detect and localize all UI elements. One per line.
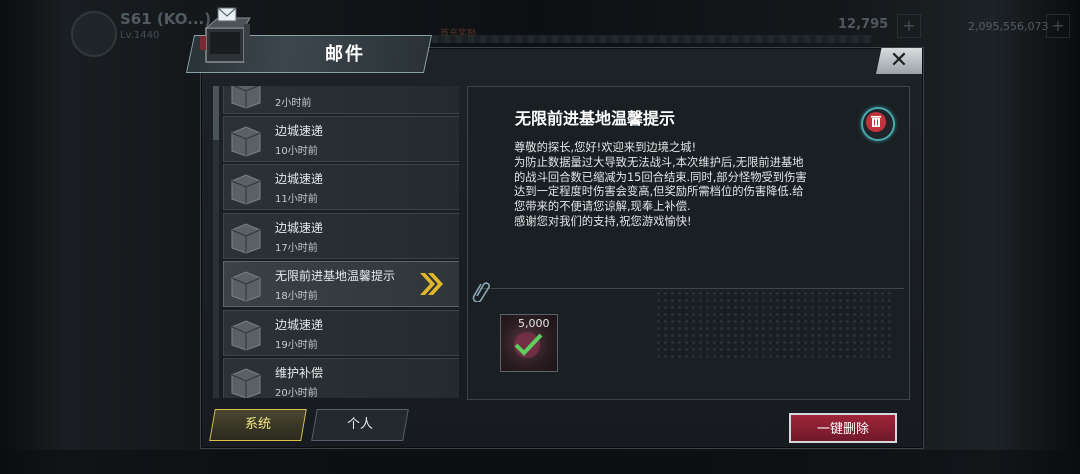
body-line: 达到一定程度时伤害会变高,但奖励所需档位的伤害降低.给 [514,185,804,199]
list-scrollbar[interactable] [213,86,219,398]
list-item[interactable]: 2小时前 [223,86,459,114]
mail-time: 19小时前 [275,340,318,351]
mail-box-icon [231,368,261,398]
mail-time: 18小时前 [275,291,318,302]
body-line: 的战斗回合数已缩减为15回合结束.同时,部分怪物受到伤害 [514,170,807,184]
list-item[interactable]: 维护补偿 20小时前 [223,358,459,398]
delete-mail-button[interactable] [861,107,895,141]
tab-system[interactable]: 系统 [209,409,307,441]
mail-title: 边城速递 [275,221,324,235]
body-line: 感谢您对我们的支持,祝您游戏愉快! [514,214,692,228]
mail-box-icon [231,126,261,157]
list-item[interactable]: 边城速递 11小时前 [223,164,459,210]
reward-amount: 5,000 [518,317,550,330]
body-line: 为防止数据量过大导致无法战斗,本次维护后,无限前进基地 [514,155,804,169]
mail-box-icon [231,223,261,254]
mail-box-icon [231,86,261,109]
close-button[interactable]: ✕ [876,48,922,74]
list-item[interactable]: 边城速递 17小时前 [223,213,459,259]
background-bottom-bar [0,450,1080,474]
mail-body: 尊敬的探长,您好!欢迎来到边境之城! 为防止数据量过大导致无法战斗,本次维护后,… [514,141,844,230]
mail-title: 边城速递 [275,124,324,138]
mail-box-icon [231,271,261,302]
mail-time: 2小时前 [275,98,312,109]
tab-personal-label: 个人 [346,417,373,432]
list-item[interactable]: 边城速递 10小时前 [223,116,459,162]
mailbox-icon [200,7,251,63]
title-accent-stripe [432,35,872,43]
resource-2-add-icon: + [1046,14,1070,38]
mail-title: 维护补偿 [275,366,324,380]
resource-1-add-icon: + [897,14,921,38]
resource-1-value: 12,795 [838,17,889,32]
mail-time: 20小时前 [275,388,318,398]
mail-title: 边城速递 [275,318,324,332]
attachment-divider [480,288,904,289]
modal-title: 邮件 [325,44,365,65]
mail-time: 10小时前 [275,146,318,157]
mail-title: 边城速递 [275,172,324,186]
chevron-right-icon [420,273,443,295]
trash-icon [866,112,886,132]
tab-system-label: 系统 [244,417,271,432]
mail-list: 2小时前 边城速递 10小时前 边城速递 11小时前 边城速递 17小时前 无限… [213,86,459,398]
list-item[interactable]: 边城速递 19小时前 [223,310,459,356]
mail-box-icon [231,320,261,351]
list-scrollbar-thumb[interactable] [213,86,219,140]
list-item-selected[interactable]: 无限前进基地温馨提示 18小时前 [223,261,459,307]
body-line: 尊敬的探长,您好!欢迎来到边境之城! [514,141,697,154]
player-level: Lv.1440 [120,30,160,41]
delete-all-button[interactable]: 一键删除 [789,413,897,443]
detail-title: 无限前进基地温馨提示 [515,109,676,128]
paperclip-icon [472,282,490,302]
mail-box-icon [231,174,261,205]
mail-title: 无限前进基地温馨提示 [275,269,396,283]
tab-personal[interactable]: 个人 [311,409,409,441]
decorative-dot-grid [655,290,895,360]
mail-time: 11小时前 [275,194,318,205]
mail-time: 17小时前 [275,243,318,254]
body-line: 您带来的不便请您谅解,现奉上补偿. [514,200,691,214]
resource-2-value: 2,095,556,073 [968,20,1049,33]
